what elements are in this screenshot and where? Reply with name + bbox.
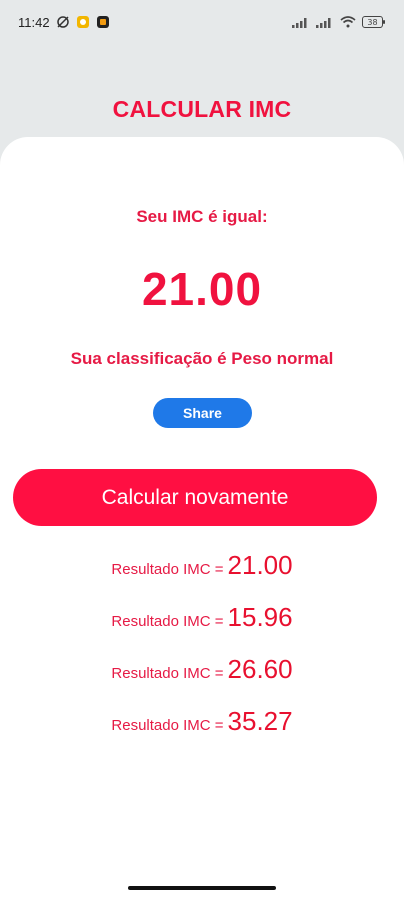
history-prefix: Resultado IMC = (111, 613, 224, 630)
history-value: 26.60 (227, 654, 293, 684)
battery-level: 38 (367, 18, 377, 27)
app-icon (96, 15, 110, 29)
page-title: CALCULAR IMC (112, 96, 292, 122)
home-indicator[interactable] (128, 886, 276, 890)
history-value: 15.96 (227, 602, 293, 632)
notification-icon (76, 15, 90, 29)
classification-text: Sua classificação é Peso normal (70, 349, 334, 368)
history-prefix: Resultado IMC = (111, 561, 224, 578)
history-prefix: Resultado IMC = (111, 717, 224, 734)
history-prefix: Resultado IMC = (111, 665, 224, 682)
signal-icon (292, 16, 310, 28)
history-item: Resultado IMC = 15.96 (0, 602, 404, 654)
screen: 11:42 38 CALCULAR IMC Seu IMC é igual: 2… (0, 0, 404, 900)
status-bar: 11:42 38 (0, 0, 404, 44)
history-value: 35.27 (227, 706, 293, 736)
status-left: 11:42 (18, 15, 110, 30)
history-item: Resultado IMC = 26.60 (0, 654, 404, 706)
wifi-icon (340, 16, 356, 28)
imc-value: 21.00 (141, 263, 263, 315)
result-label: Seu IMC é igual: (136, 207, 268, 226)
signal-icon (316, 16, 334, 28)
recalculate-button[interactable]: Calcular novamente (13, 469, 377, 526)
share-button[interactable]: Share (153, 398, 252, 428)
battery-icon: 38 (362, 16, 386, 28)
status-right: 38 (292, 16, 386, 28)
history-list: Resultado IMC = 21.00 Resultado IMC = 15… (0, 550, 404, 758)
history-item: Resultado IMC = 21.00 (0, 550, 404, 602)
sync-off-icon (56, 15, 70, 29)
status-time: 11:42 (18, 14, 50, 30)
history-value: 21.00 (227, 550, 293, 580)
history-item: Resultado IMC = 35.27 (0, 706, 404, 758)
